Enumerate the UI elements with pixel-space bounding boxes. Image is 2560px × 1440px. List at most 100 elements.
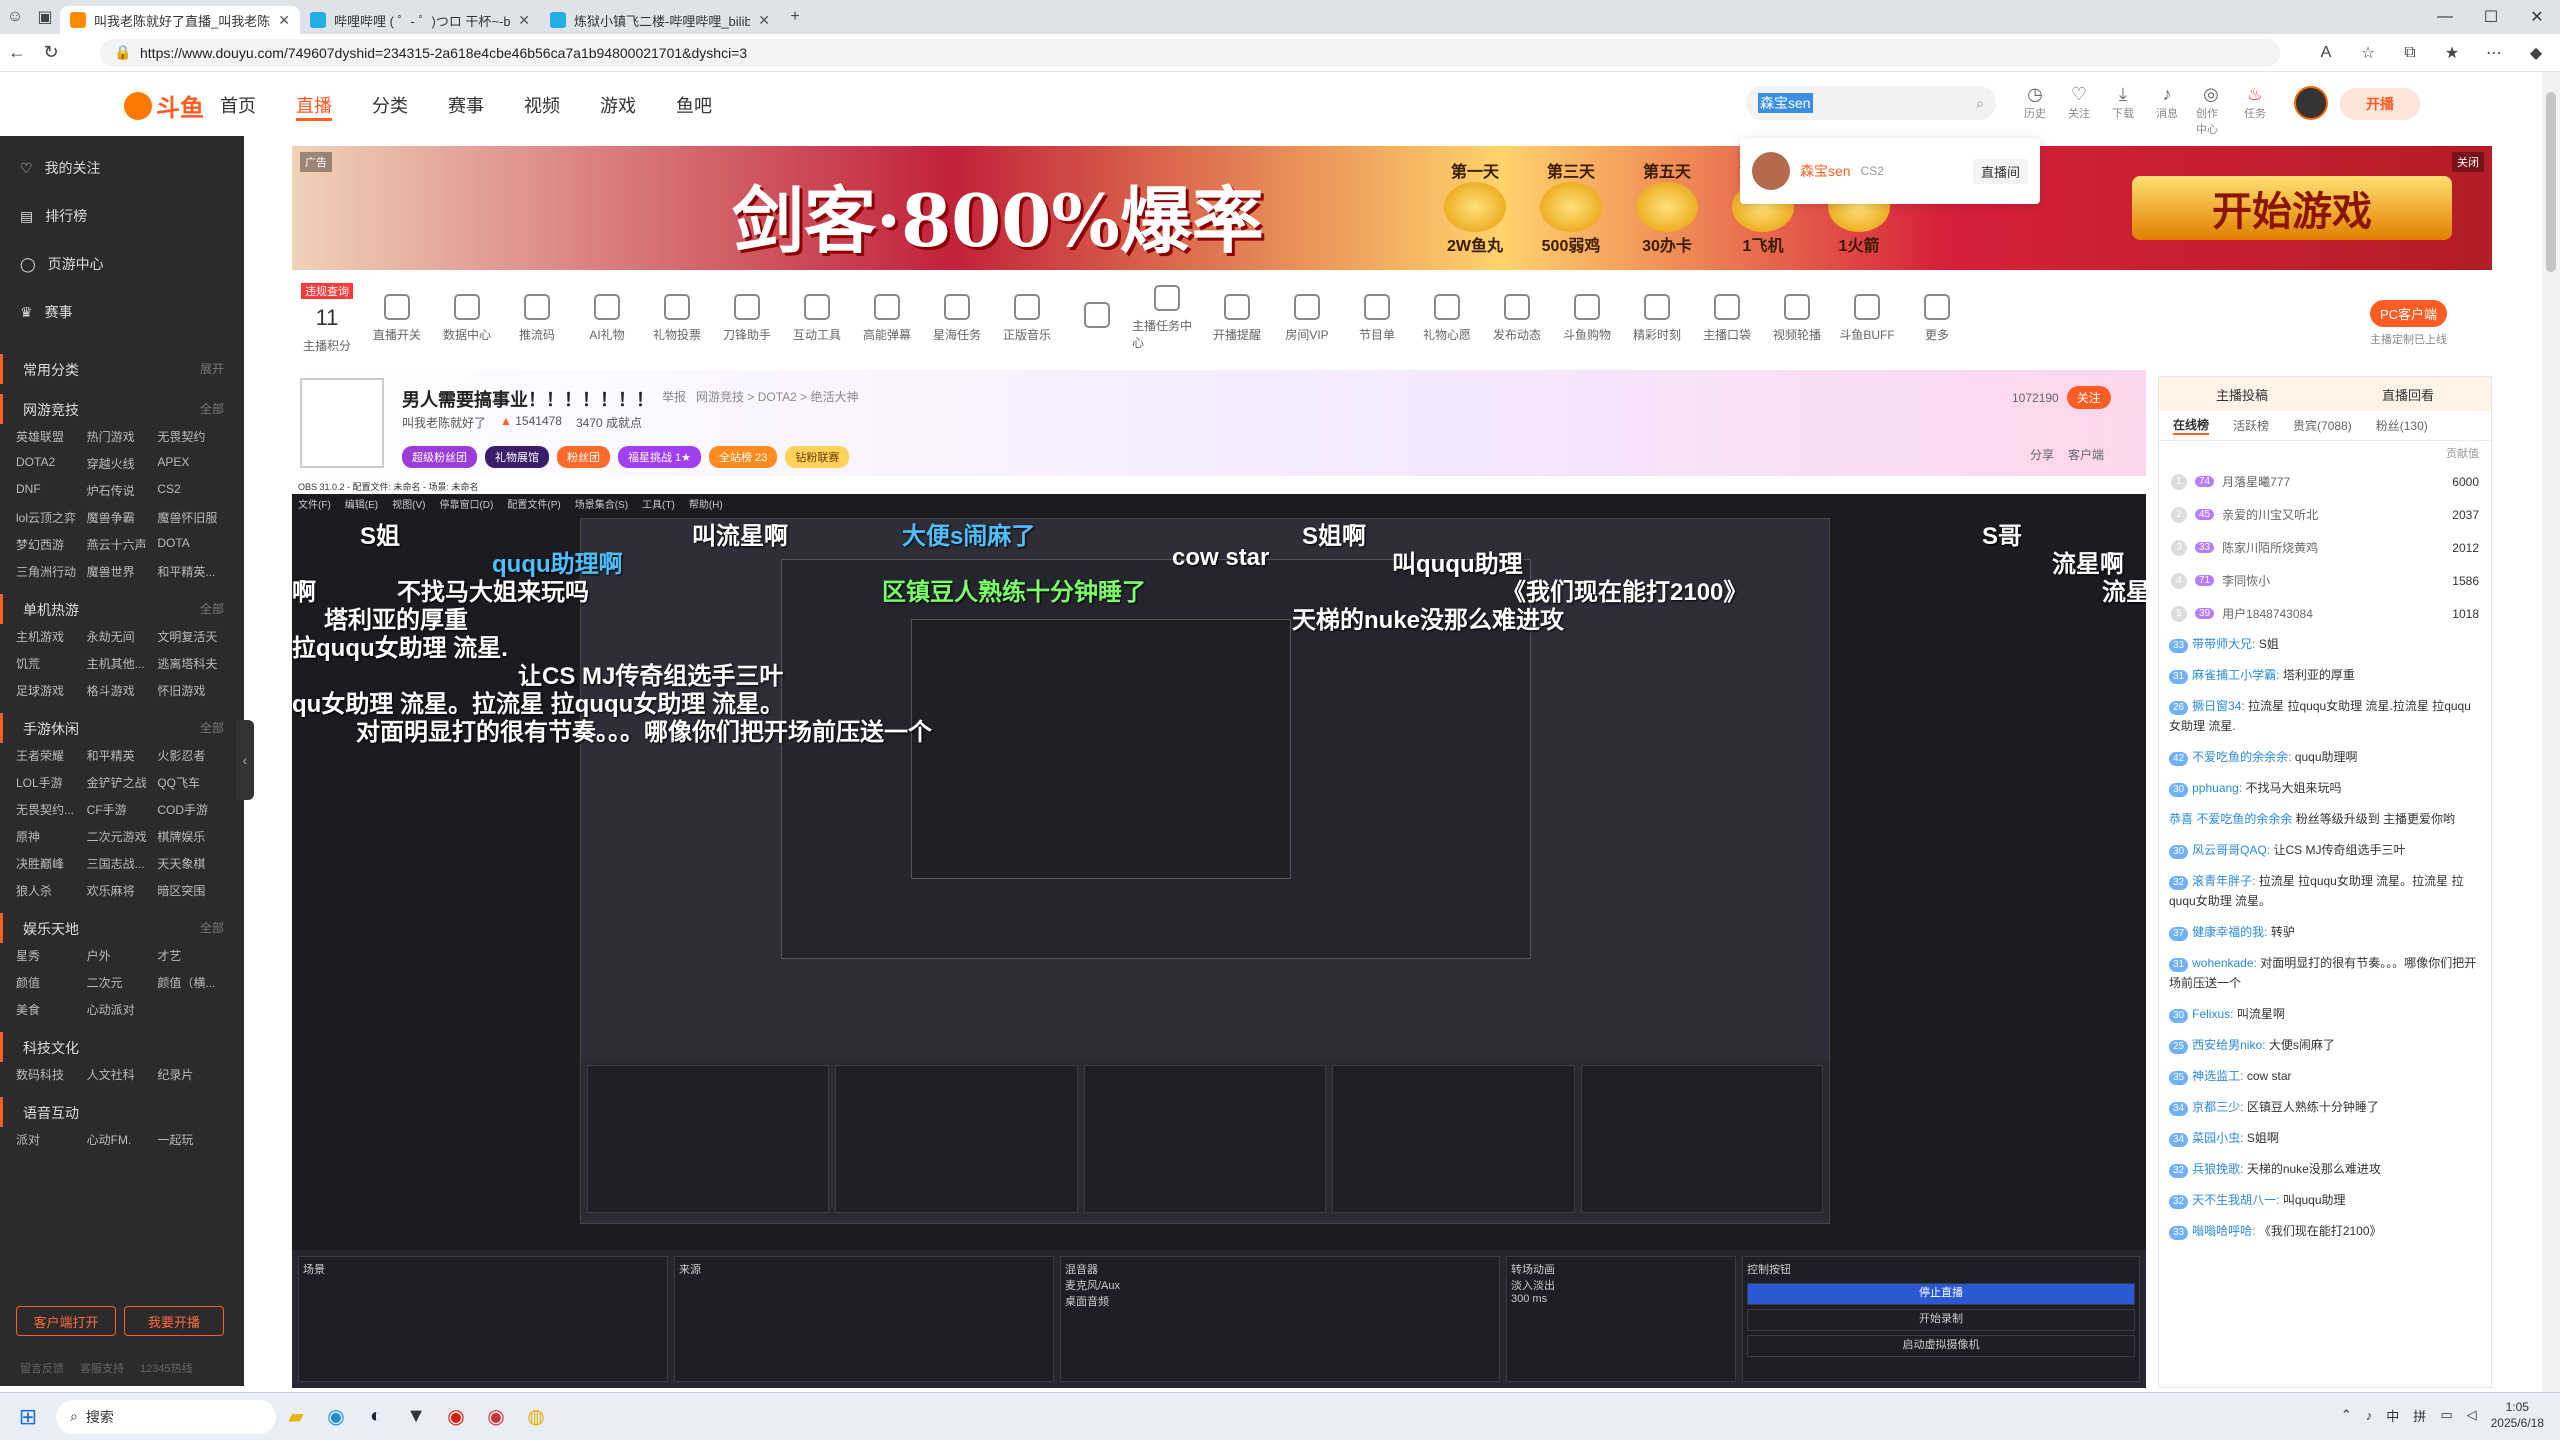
sidebar-section-header[interactable]: 网游竞技 全部	[0, 394, 244, 424]
url-field[interactable]: 🔒 https://www.douyu.com/749607dyshid=234…	[100, 39, 2280, 67]
rank-row[interactable]: 4 71 李同恢小 1586	[2159, 564, 2491, 597]
tool-item[interactable]: 互动工具	[782, 293, 852, 343]
sidebar-category-item[interactable]: DNF	[16, 482, 87, 499]
anchor-submit-link[interactable]: 主播投稿	[2216, 385, 2268, 404]
section-all-link[interactable]: 全部	[200, 919, 224, 939]
browser-tab-bilibili-2[interactable]: 炼狱小镇飞二楼-哔哩哔哩_bilibili ✕	[540, 6, 780, 34]
sidebar-section-header[interactable]: 娱乐天地 全部	[0, 913, 244, 943]
sidebar-category-item[interactable]: LOL手游	[16, 774, 87, 791]
clock[interactable]: 1:05 2025/6/18	[2491, 1399, 2544, 1431]
sidebar-item-follow[interactable]: ♡ 我的关注	[20, 144, 224, 192]
chrome-icon[interactable]: ◉	[476, 1397, 516, 1437]
sidebar-category-item[interactable]: 心动FM.	[87, 1131, 158, 1148]
sidebar-category-item[interactable]: 热门游戏	[87, 428, 158, 445]
favorites-icon[interactable]: ★	[2438, 39, 2466, 67]
task-button[interactable]: ♨ 任务	[2240, 84, 2270, 137]
sidebar-category-item[interactable]: APEX	[157, 455, 228, 472]
sidebar-category-item[interactable]: 魔兽争霸	[87, 509, 158, 526]
rank-row[interactable]: 1 74 月落星曦777 6000	[2159, 465, 2491, 498]
file-explorer-icon[interactable]: ▰	[276, 1397, 316, 1437]
pc-client-button[interactable]: PC客户端	[2370, 300, 2448, 327]
chat-user[interactable]: 神选监工:	[2192, 1069, 2243, 1083]
tab-fans[interactable]: 粉丝(130)	[2376, 417, 2428, 434]
tool-item[interactable]: 正版音乐	[992, 293, 1062, 343]
sidebar-category-item[interactable]: 穿越火线	[87, 455, 158, 472]
chat-user[interactable]: pphuang:	[2192, 781, 2242, 795]
sidebar-category-item[interactable]: DOTA	[157, 536, 228, 553]
sidebar-category-item[interactable]: 一起玩	[157, 1131, 228, 1148]
tool-item[interactable]: 节目单	[1342, 293, 1412, 343]
user-avatar[interactable]	[2294, 86, 2328, 120]
close-tab-icon[interactable]: ✕	[278, 12, 290, 29]
rank-row[interactable]: 2 45 亲爱的川宝又听北 2037	[2159, 498, 2491, 531]
sidebar-category-item[interactable]: 人文社科	[87, 1066, 158, 1083]
sidebar-category-item[interactable]: 才艺	[157, 947, 228, 964]
tool-item[interactable]: 斗鱼购物	[1552, 293, 1622, 343]
close-tab-icon[interactable]: ✕	[758, 12, 770, 29]
tool-item[interactable]: 精彩时刻	[1622, 293, 1692, 343]
badge-fans[interactable]: 粉丝团	[557, 446, 610, 468]
tool-item[interactable]	[1062, 302, 1132, 334]
chat-user[interactable]: 撅日窗34:	[2192, 699, 2245, 713]
sidebar-category-item[interactable]: 暗区突围	[157, 882, 228, 899]
volume-icon[interactable]: ◁	[2467, 1407, 2477, 1423]
minimize-button[interactable]: —	[2422, 0, 2468, 34]
sidebar-category-item[interactable]: 永劫无间	[87, 628, 158, 645]
chat-user[interactable]: 兵狼挽歌:	[2192, 1162, 2243, 1176]
netease-music-icon[interactable]: ◉	[436, 1397, 476, 1437]
chat-user[interactable]: 菜园小虫:	[2192, 1131, 2243, 1145]
search-suggestion[interactable]: 森宝sen CS2 直播间	[1740, 138, 2040, 204]
chat-user[interactable]: 不爱吃鱼的余余余:	[2192, 750, 2291, 764]
feedback-link[interactable]: 留言反馈	[20, 1360, 64, 1376]
anchor-avatar[interactable]	[300, 378, 384, 468]
tab-vip[interactable]: 贵宾(7088)	[2293, 417, 2352, 434]
sidebar-category-item[interactable]: 梦幻西游	[16, 536, 87, 553]
tool-violation[interactable]: 违规查询 11 主播积分	[292, 282, 362, 354]
scrollbar-thumb[interactable]	[2546, 92, 2556, 272]
tool-item[interactable]: 主播任务中心	[1132, 285, 1202, 351]
app-icon[interactable]: ◍	[516, 1397, 556, 1437]
hotline-link[interactable]: 12345热线	[140, 1360, 193, 1376]
sidebar-category-item[interactable]: 星秀	[16, 947, 87, 964]
nav-home[interactable]: 首页	[220, 92, 256, 121]
douyu-logo[interactable]: 斗鱼	[124, 88, 204, 123]
nav-category[interactable]: 分类	[372, 92, 408, 121]
badge-lucky[interactable]: 福星挑战 1★	[618, 446, 702, 468]
tool-item[interactable]: 高能弹幕	[852, 293, 922, 343]
sidebar-category-item[interactable]: 决胜巅峰	[16, 855, 87, 872]
browser-tab-bilibili[interactable]: 哔哩哔哩 ( ゜- ゜)つロ 干杯~-bilibi ✕	[300, 6, 540, 34]
sidebar-category-item[interactable]: 文明复活天	[157, 628, 228, 645]
windows-start-icon[interactable]: ⊞	[0, 1404, 56, 1430]
ime-mode[interactable]: 中	[2386, 1406, 2399, 1425]
sidebar-item-esports[interactable]: ♛ 赛事	[20, 288, 224, 336]
sidebar-category-item[interactable]: CF手游	[87, 801, 158, 818]
sidebar-category-item[interactable]: 二次元	[87, 974, 158, 991]
tool-item[interactable]: 更多	[1902, 293, 1972, 343]
tab-actions-icon[interactable]: ▣	[30, 2, 60, 32]
download-button[interactable]: ⤓ 下载	[2108, 84, 2138, 137]
page-scrollbar[interactable]	[2542, 72, 2560, 1392]
ad-close-button[interactable]: 关闭	[2452, 152, 2484, 172]
sidebar-item-webgame[interactable]: ◯ 页游中心	[20, 240, 224, 288]
sidebar-category-item[interactable]: 颜值（横...	[157, 974, 228, 991]
tab-online-rank[interactable]: 在线榜	[2173, 416, 2210, 435]
close-window-button[interactable]: ✕	[2514, 0, 2560, 34]
video-player[interactable]: OBS 31.0.2 - 配置文件: 未命名 - 场景: 未命名 文件(F) 编辑…	[292, 480, 2146, 1388]
chat-user[interactable]: 带带师大兄:	[2192, 637, 2255, 651]
sidebar-category-item[interactable]: CS2	[157, 482, 228, 499]
sidebar-category-item[interactable]: 数码科技	[16, 1066, 87, 1083]
section-more[interactable]: 展开	[200, 360, 224, 380]
chat-user[interactable]: 京都三少:	[2192, 1100, 2243, 1114]
sidebar-category-item[interactable]: 心动派对	[87, 1001, 158, 1018]
section-all-link[interactable]: 全部	[200, 600, 224, 620]
support-link[interactable]: 客服支持	[80, 1360, 124, 1376]
tool-item[interactable]: 视频轮播	[1762, 293, 1832, 343]
read-aloud-icon[interactable]: A	[2312, 39, 2340, 67]
sidebar-category-item[interactable]: 格斗游戏	[87, 682, 158, 699]
maximize-button[interactable]: ☐	[2468, 0, 2514, 34]
tool-item[interactable]: 斗鱼BUFF	[1832, 293, 1902, 343]
sidebar-category-item[interactable]: 三角洲行动	[16, 563, 87, 580]
tool-item[interactable]: AI礼物	[572, 293, 642, 343]
badge-site-rank[interactable]: 全站榜 23	[709, 446, 778, 468]
replay-link[interactable]: 直播回看	[2382, 385, 2434, 404]
